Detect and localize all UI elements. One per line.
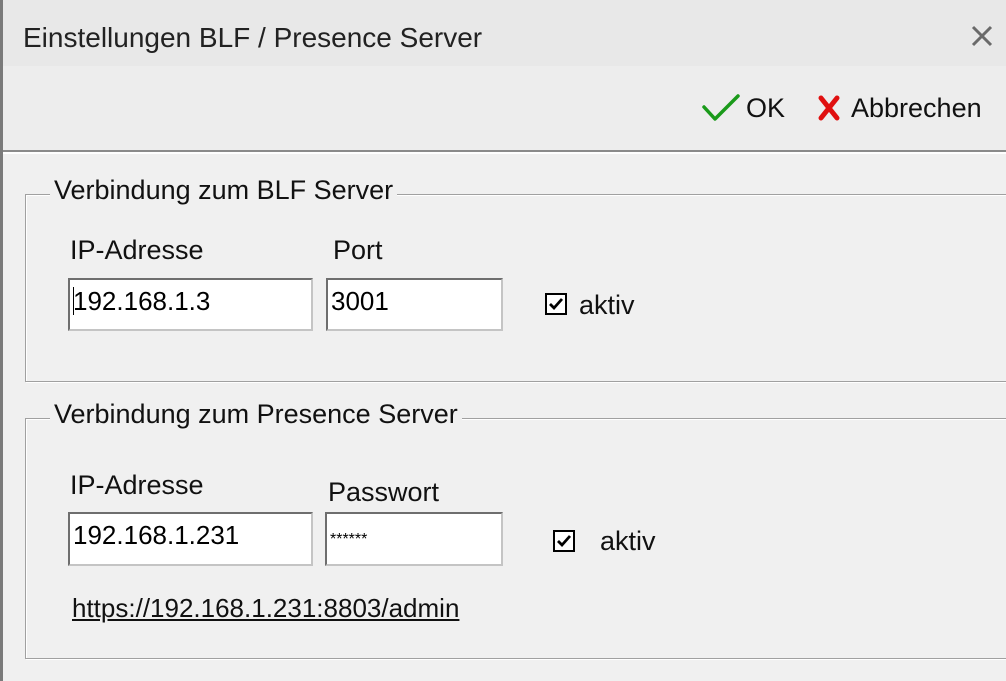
window-title: Einstellungen BLF / Presence Server <box>23 22 483 53</box>
presence-group-legend: Verbindung zum Presence Server <box>50 399 462 430</box>
title-bar: Einstellungen BLF / Presence Server <box>3 0 1006 67</box>
check-icon <box>557 535 572 548</box>
blf-active-checkbox[interactable] <box>545 293 567 315</box>
blf-port-label: Port <box>333 235 383 265</box>
close-icon <box>971 25 993 47</box>
ok-label: OK <box>746 92 786 123</box>
cancel-label: Abbrechen <box>851 92 982 123</box>
blf-active-label: aktiv <box>579 290 635 320</box>
presence-password-label: Passwort <box>328 477 440 507</box>
blf-ip-label: IP-Adresse <box>70 235 204 265</box>
presence-password-value: ****** <box>330 531 368 548</box>
check-icon <box>549 298 564 311</box>
blf-port-input[interactable]: 3001 <box>326 278 503 331</box>
presence-ip-label: IP-Adresse <box>70 470 204 500</box>
blf-ip-input[interactable]: 192.168.1.3 <box>68 278 313 331</box>
presence-ip-input[interactable]: 192.168.1.231 <box>68 512 313 566</box>
presence-active-label: aktiv <box>600 526 656 556</box>
presence-password-input[interactable]: ****** <box>325 512 503 566</box>
blf-ip-value: 192.168.1.3 <box>73 286 211 316</box>
close-button[interactable] <box>964 18 1000 54</box>
toolbar: OK Abbrechen <box>3 66 1006 150</box>
settings-dialog: Einstellungen BLF / Presence Server OK A… <box>0 0 1006 681</box>
separator-highlight <box>3 152 1006 154</box>
presence-ip-value: 192.168.1.231 <box>73 520 240 550</box>
blf-port-value: 3001 <box>331 286 389 316</box>
presence-active-checkbox[interactable] <box>553 530 575 552</box>
red-x-icon <box>818 95 840 121</box>
blf-group-legend: Verbindung zum BLF Server <box>50 175 398 206</box>
cancel-button[interactable]: Abbrechen <box>813 88 982 128</box>
admin-link[interactable]: https://192.168.1.231:8803/admin <box>72 593 459 624</box>
ok-button[interactable]: OK <box>700 88 785 128</box>
checkmark-icon <box>702 94 740 121</box>
